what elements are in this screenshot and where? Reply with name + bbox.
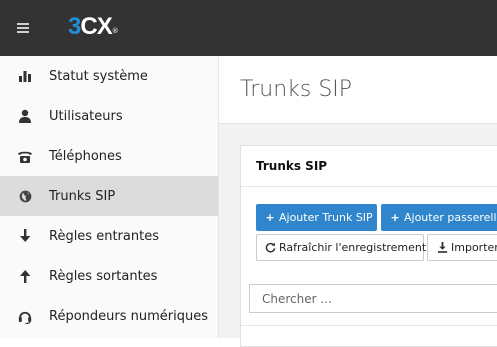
globe-icon — [17, 188, 33, 204]
refresh-registration-button[interactable]: Rafraîchir l'enregistrement — [256, 234, 427, 261]
arrow-down-icon — [17, 228, 33, 244]
sidebar-item-trunks-sip[interactable]: Trunks SIP — [0, 176, 218, 216]
search-input[interactable] — [249, 284, 497, 313]
add-trunk-label: Ajouter Trunk SIP — [279, 211, 373, 224]
top-bar: 3CX® — [0, 0, 497, 56]
add-trunk-button[interactable]: + Ajouter Trunk SIP — [256, 204, 377, 231]
sidebar-item-label: Règles sortantes — [49, 268, 158, 284]
sidebar-item-regles-entrantes[interactable]: Règles entrantes — [0, 216, 218, 256]
bar-chart-icon — [17, 68, 33, 84]
sidebar-item-label: Utilisateurs — [49, 108, 123, 124]
divider — [241, 325, 497, 326]
add-gateway-button[interactable]: + Ajouter passerelle — [381, 204, 497, 231]
sidebar-item-label: Téléphones — [49, 148, 122, 164]
arrow-up-icon — [17, 268, 33, 284]
trunks-panel: Trunks SIP + Ajouter Trunk SIP + Ajouter… — [240, 145, 497, 347]
sidebar-item-label: Statut système — [49, 68, 148, 84]
divider — [241, 186, 497, 187]
plus-icon: + — [265, 211, 275, 224]
sidebar-item-utilisateurs[interactable]: Utilisateurs — [0, 96, 218, 136]
sidebar-item-label: Trunks SIP — [49, 188, 116, 204]
page-title: Trunks SIP — [240, 77, 353, 102]
sidebar-item-statut-systeme[interactable]: Statut système — [0, 56, 218, 96]
hamburger-menu-icon[interactable] — [17, 23, 29, 33]
sidebar-item-repondeurs-numeriques[interactable]: Répondeurs numériques — [0, 296, 218, 336]
app-logo[interactable]: 3CX® — [68, 13, 119, 41]
headset-icon — [17, 308, 33, 324]
refresh-icon — [265, 242, 276, 253]
sidebar-item-label: Règles entrantes — [49, 228, 159, 244]
plus-icon: + — [390, 211, 400, 224]
sidebar-item-label: Répondeurs numériques — [49, 308, 208, 324]
add-gateway-label: Ajouter passerelle — [404, 211, 497, 224]
sidebar: Statut système Utilisateurs Téléphones T… — [0, 56, 219, 338]
user-icon — [17, 108, 33, 124]
download-icon — [436, 242, 448, 253]
page-header: Trunks SIP — [219, 56, 497, 124]
panel-title: Trunks SIP — [256, 159, 328, 173]
sidebar-item-telephones[interactable]: Téléphones — [0, 136, 218, 176]
import-button[interactable]: Importer — [427, 234, 497, 261]
refresh-registration-label: Rafraîchir l'enregistrement — [279, 241, 427, 254]
import-label: Importer — [451, 241, 497, 254]
telephone-icon — [17, 148, 33, 164]
sidebar-item-regles-sortantes[interactable]: Règles sortantes — [0, 256, 218, 296]
